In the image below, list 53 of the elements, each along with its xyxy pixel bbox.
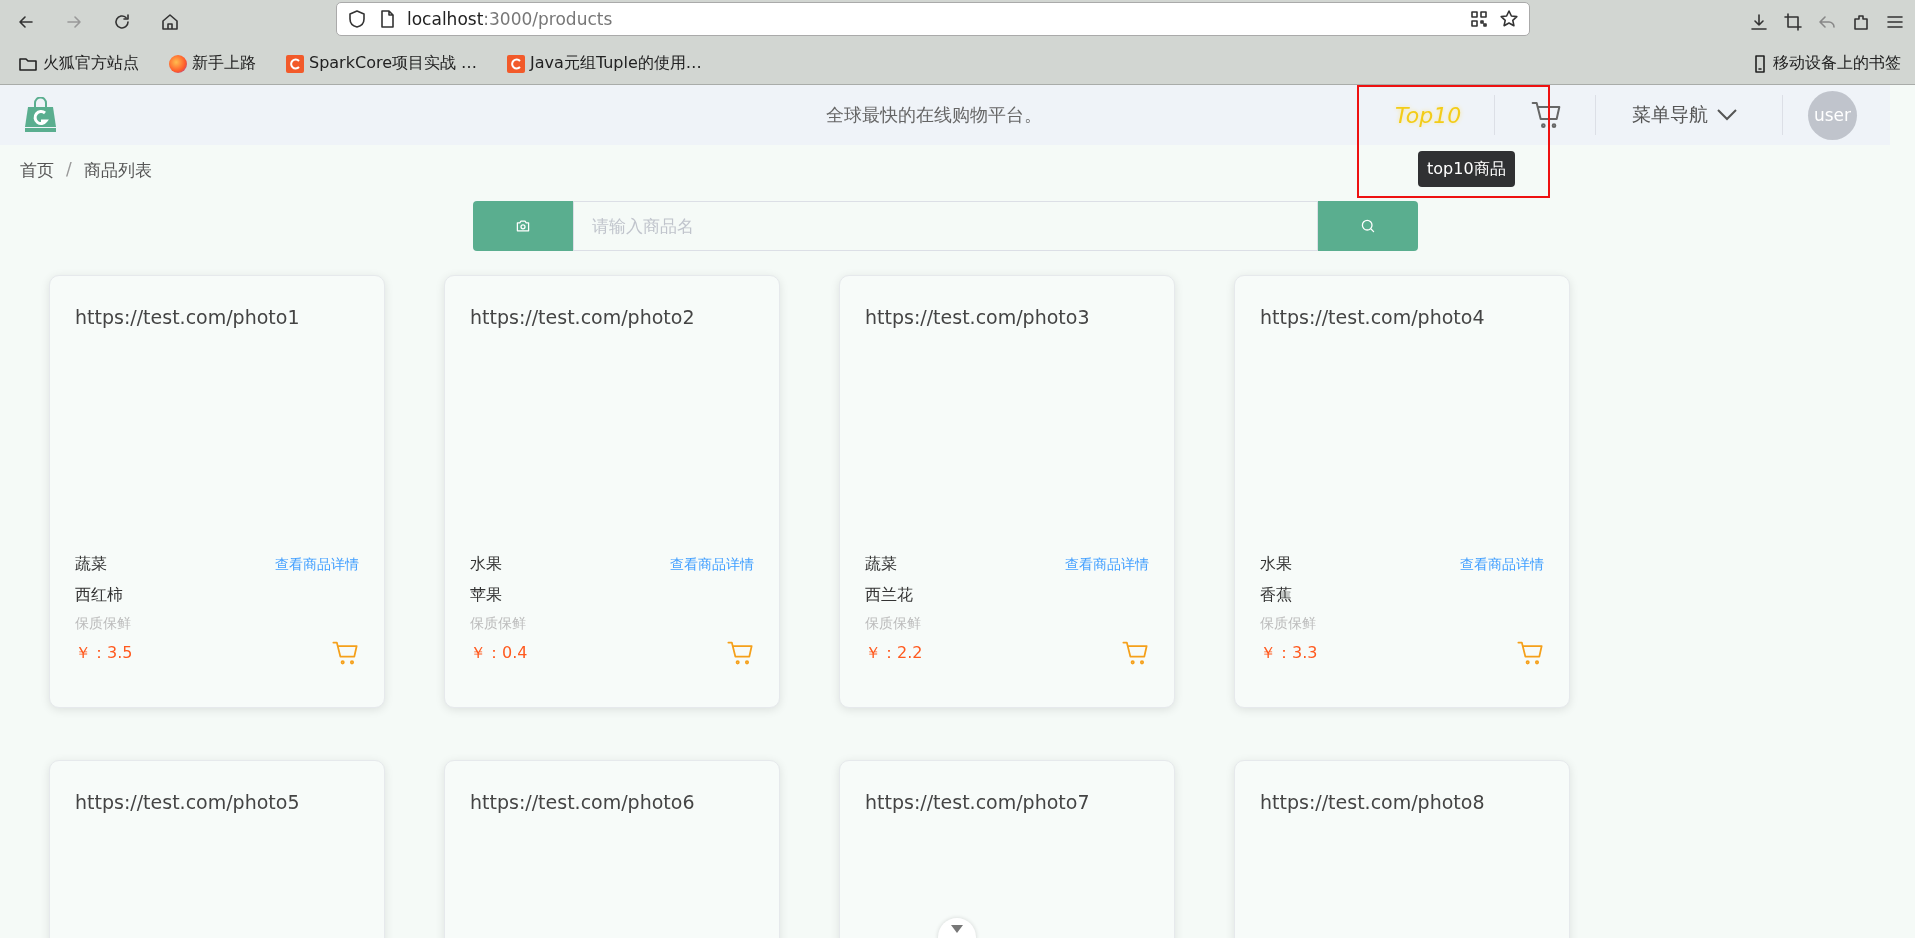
product-image-text: https://test.com/photo4: [1260, 306, 1485, 328]
product-category: 水果: [1260, 554, 1292, 575]
reload-icon: [112, 11, 132, 32]
product-image-text: https://test.com/photo3: [865, 306, 1090, 328]
c-logo-icon: [507, 54, 526, 73]
crop-icon[interactable]: [1783, 11, 1803, 32]
product-category: 蔬菜: [75, 554, 107, 575]
cart-icon[interactable]: [1530, 99, 1562, 131]
home-icon: [160, 11, 180, 32]
product-tag: 保质保鲜: [75, 615, 359, 633]
product-price: ￥：2.2: [865, 642, 923, 664]
product-image-text: https://test.com/photo2: [470, 306, 695, 328]
menu-dropdown[interactable]: 菜单导航: [1632, 102, 1738, 128]
address-bar[interactable]: localhost:3000/products: [336, 2, 1530, 36]
c-logo-icon: [286, 54, 304, 73]
globe-icon: [169, 54, 187, 73]
bookmark-link[interactable]: 移动设备上的书签: [1773, 53, 1901, 74]
search-icon: [1360, 218, 1376, 234]
slogan-text: 全球最快的在线购物平台。: [826, 103, 1042, 127]
breadcrumb-separator: /: [66, 159, 72, 181]
qr-code-icon[interactable]: [1469, 9, 1489, 29]
product-name: 西红柿: [75, 585, 124, 606]
star-icon[interactable]: [1499, 9, 1519, 29]
product-category: 蔬菜: [865, 554, 897, 575]
url-text: localhost:3000/products: [407, 9, 614, 29]
product-tag: 保质保鲜: [865, 615, 1149, 633]
product-price: ￥：0.4: [470, 642, 528, 664]
bookmark-link[interactable]: SparkCore项目实战 …: [309, 53, 478, 74]
product-price: ￥：3.5: [75, 642, 133, 664]
chevron-down-icon: [1716, 108, 1738, 122]
product-name: 香蕉: [1260, 585, 1293, 606]
product-tag: 保质保鲜: [470, 615, 754, 633]
breadcrumb-link[interactable]: 首页: [20, 159, 54, 185]
product-image-text: https://test.com/photo1: [75, 306, 300, 328]
breadcrumb-link[interactable]: 商品列表: [83, 159, 152, 185]
camera-icon: [515, 218, 531, 234]
bookmark-link[interactable]: 火狐官方站点: [43, 53, 139, 74]
product-tag: 保质保鲜: [1260, 615, 1544, 633]
product-name: 苹果: [470, 585, 503, 606]
tooltip: top10商品: [1418, 151, 1515, 187]
bookmark-link[interactable]: Java元组Tuple的使用…: [530, 53, 702, 74]
product-image-text: https://test.com/photo6: [470, 791, 695, 813]
product-image-text: https://test.com/photo8: [1260, 791, 1485, 813]
product-category: 水果: [470, 554, 502, 575]
shopping-bag-logo-icon[interactable]: [24, 97, 57, 133]
bookmark-link[interactable]: 新手上路: [192, 53, 256, 74]
product-name: 西兰花: [865, 585, 914, 606]
product-image-text: https://test.com/photo5: [75, 791, 300, 813]
shield-icon: [347, 9, 367, 29]
product-image-text: https://test.com/photo7: [865, 791, 1090, 813]
chevron-down-icon: [950, 924, 964, 934]
product-price: ￥：3.3: [1260, 642, 1318, 664]
download-icon[interactable]: [1749, 11, 1769, 32]
